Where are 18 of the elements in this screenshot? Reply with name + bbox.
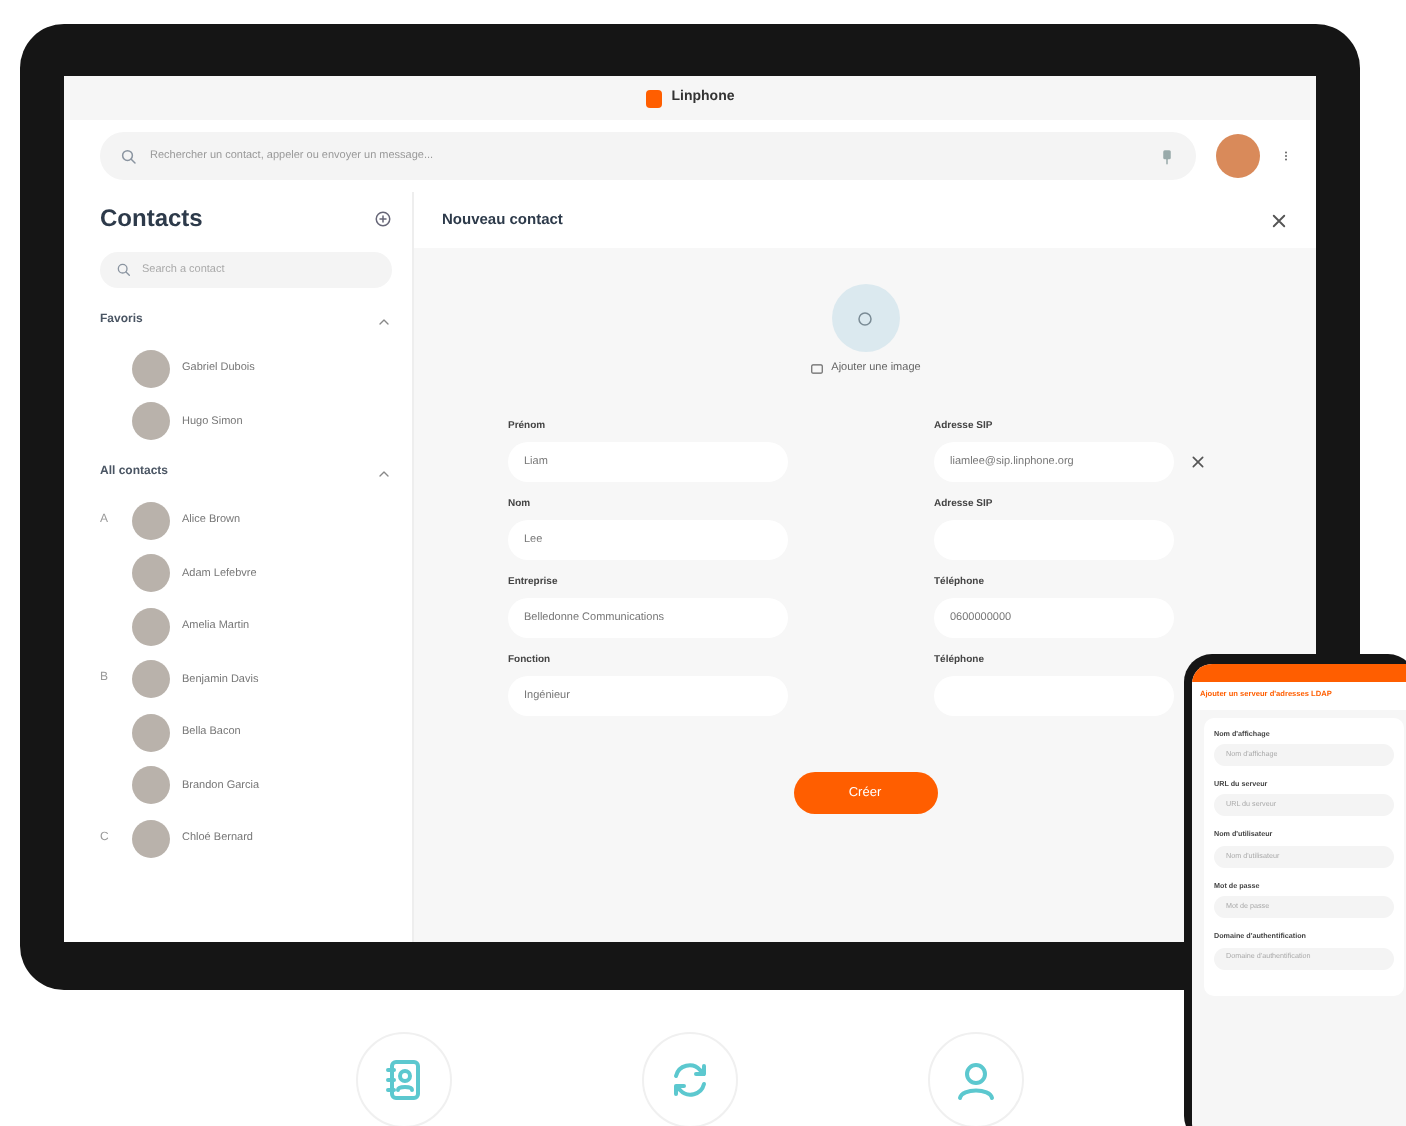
image-icon: [809, 361, 824, 376]
contact-avatar: [132, 713, 170, 752]
close-icon[interactable]: [1270, 211, 1288, 229]
remove-icon[interactable]: [1190, 453, 1206, 470]
contact-avatar: [132, 660, 170, 699]
user-avatar[interactable]: [1216, 134, 1260, 178]
sidebar-title: Contacts: [100, 202, 203, 236]
contact-avatar: [132, 554, 170, 593]
search-icon: [120, 147, 138, 165]
contact-avatar: [132, 349, 170, 388]
contact-avatar: [132, 766, 170, 805]
contact-avatar: [132, 402, 170, 441]
contact-avatar: [132, 819, 170, 858]
logo-icon: [645, 89, 662, 107]
search-icon: [116, 262, 132, 278]
contact-avatar: [132, 501, 170, 540]
contact-avatar: [132, 607, 170, 646]
add-icon[interactable]: [374, 209, 392, 227]
